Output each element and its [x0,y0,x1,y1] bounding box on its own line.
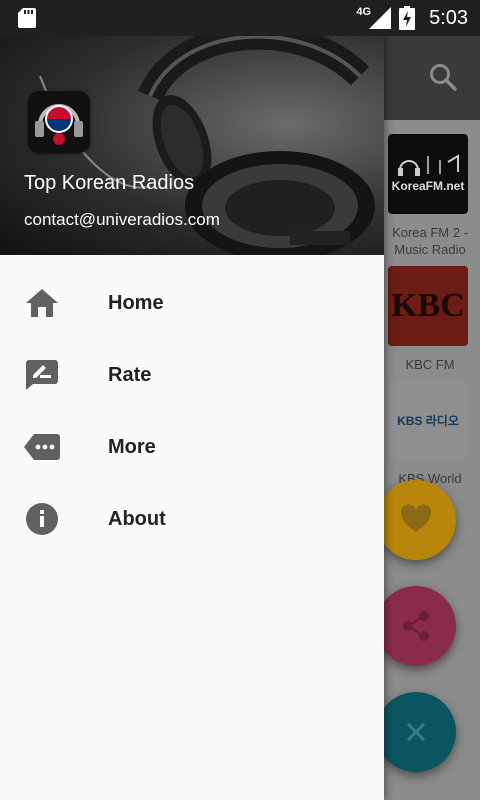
station-tile-koreafm[interactable]: KoreaFM.net [388,134,468,214]
signal-icon [369,7,392,29]
kbc-logo: KBC [388,266,468,346]
sd-card-icon [18,8,36,28]
menu-item-label: Rate [108,363,152,386]
close-fab[interactable] [376,692,456,772]
app-logo [28,91,90,153]
station-label: KBC FM [405,357,455,372]
heart-icon [400,504,432,532]
favorite-fab[interactable] [376,480,456,560]
menu-item-more[interactable]: More [0,411,384,483]
menu-item-about[interactable]: About [0,483,384,555]
drawer-menu: Home Rate More About [0,267,384,555]
clock: 5:03 [429,6,468,29]
kbs-logo: KBS 라디오 [388,380,468,460]
info-icon [24,501,60,537]
close-icon [406,722,426,742]
navigation-drawer: Top Korean Radios contact@univeradios.co… [0,36,384,800]
menu-item-label: About [108,507,166,530]
menu-item-label: Home [108,291,164,314]
network-type: 4G [356,6,372,18]
contact-email[interactable]: contact@univeradios.com [24,210,220,230]
menu-item-home[interactable]: Home [0,267,384,339]
more-tag-icon [24,429,60,465]
menu-item-rate[interactable]: Rate [0,339,384,411]
kbs-logo-text: KBS 라디오 [397,413,459,428]
station-tile-kbs[interactable]: KBS 라디오 [388,380,468,460]
status-bar: 4G 5:03 [0,0,480,36]
app-title: Top Korean Radios [24,172,195,194]
menu-item-label: More [108,435,156,458]
home-icon [24,285,60,321]
kbc-logo-text: KBC [391,287,465,324]
drawer-header: Top Korean Radios contact@univeradios.co… [0,36,384,255]
share-icon [403,611,429,641]
koreafm-logo-text: KoreaFM.net [392,179,465,193]
station-label: Korea FM 2 - Music Radio [392,225,468,257]
koreafm-logo: KoreaFM.net [392,154,465,193]
search-icon[interactable] [428,62,458,92]
battery-icon [399,6,416,30]
share-fab[interactable] [376,586,456,666]
station-tile-kbc[interactable]: KBC [388,266,468,346]
rate-review-icon [24,357,60,393]
